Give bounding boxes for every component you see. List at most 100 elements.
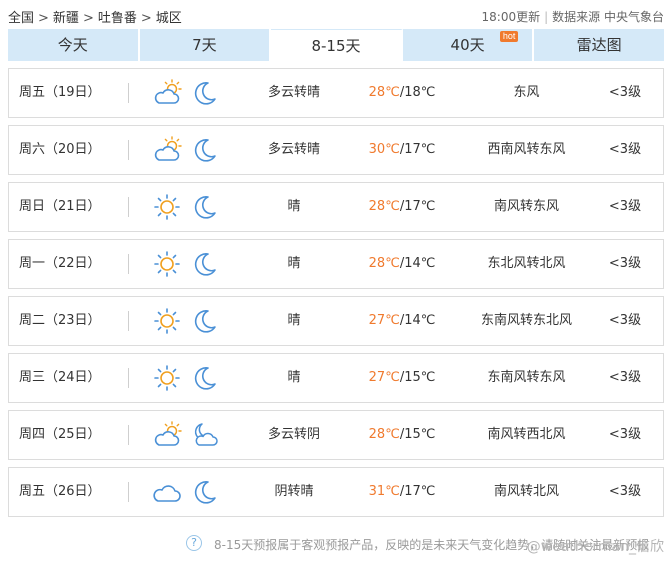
- cloudy-moon-icon: [190, 420, 220, 450]
- tab-label: 8-15天: [311, 37, 361, 55]
- row-divider: [128, 197, 129, 217]
- partly-cloudy-icon: [152, 420, 184, 450]
- tab-7-days[interactable]: 7天: [139, 29, 272, 61]
- weather-description: 多云转晴: [267, 85, 320, 100]
- temp-high: 28℃: [368, 85, 400, 100]
- moon-icon: [190, 192, 220, 222]
- temp-high: 27℃: [368, 370, 400, 385]
- update-meta: 18:00更新 | 数据来源 中央气象台: [482, 8, 664, 25]
- breadcrumb-separator: >: [140, 11, 152, 26]
- watermark: @weatherman_信欣: [526, 539, 664, 555]
- row-divider: [128, 425, 129, 445]
- partly-cloudy-icon: [152, 135, 184, 165]
- breadcrumb-item-country[interactable]: 全国: [8, 11, 34, 26]
- breadcrumb-item-district: 城区: [155, 11, 182, 26]
- temp-high: 30℃: [368, 142, 400, 157]
- tab-today[interactable]: 今天: [8, 29, 140, 61]
- wind-level: <3级: [608, 427, 642, 442]
- temperature: 30℃/17℃: [357, 126, 447, 174]
- forecast-row: 周五（19日） 多云转晴 28℃/18℃ 东风 <3级: [8, 68, 664, 118]
- weather-description: 多云转晴: [267, 142, 320, 157]
- forecast-day: 周六（20日）: [19, 142, 101, 157]
- forecast-day: 周三（24日）: [19, 370, 101, 385]
- weather-description: 阴转晴: [274, 484, 314, 499]
- weather-description: 晴: [287, 199, 301, 214]
- wind-direction: 西南风转东风: [487, 142, 566, 157]
- breadcrumb-separator: >: [38, 11, 49, 26]
- breadcrumb-item-province[interactable]: 新疆: [53, 11, 79, 26]
- tab-8-15-days[interactable]: 8-15天: [271, 29, 403, 61]
- tab-label: 雷达图: [576, 36, 622, 54]
- weather-description: 晴: [287, 256, 301, 271]
- help-icon[interactable]: ?: [186, 535, 202, 551]
- forecast-day: 周四（25日）: [19, 427, 101, 442]
- tab-radar[interactable]: 雷达图: [534, 29, 664, 61]
- weather-description: 多云转阴: [267, 427, 320, 442]
- meta-divider: |: [544, 10, 549, 24]
- temperature: 28℃/14℃: [357, 240, 447, 288]
- temperature: 28℃/15℃: [357, 411, 447, 459]
- row-divider: [128, 368, 129, 388]
- moon-icon: [190, 477, 220, 507]
- temp-high: 28℃: [368, 199, 400, 214]
- tab-label: 40天: [450, 36, 485, 54]
- temp-high: 27℃: [368, 313, 400, 328]
- wind-direction: 东风: [513, 85, 540, 100]
- temp-low: /17℃: [399, 142, 436, 157]
- temp-low: /17℃: [399, 199, 436, 214]
- wind-level: <3级: [608, 256, 642, 271]
- wind-level: <3级: [608, 313, 642, 328]
- wind-direction: 东南风转东北风: [480, 313, 572, 328]
- forecast-row: 周五（26日） 阴转晴 31℃/17℃ 南风转北风 <3级: [8, 467, 664, 517]
- temperature: 28℃/17℃: [357, 183, 447, 231]
- wind-level: <3级: [608, 199, 642, 214]
- forecast-row: 周六（20日） 多云转晴 30℃/17℃ 西南风转东风 <3级: [8, 125, 664, 175]
- breadcrumb: 全国 > 新疆 > 吐鲁番 > 城区: [8, 7, 185, 26]
- wind-direction: 东北风转北风: [487, 256, 566, 271]
- row-divider: [128, 254, 129, 274]
- row-divider: [128, 311, 129, 331]
- partly-cloudy-icon: [152, 78, 184, 108]
- forecast-day: 周日（21日）: [19, 199, 101, 214]
- temp-high: 28℃: [368, 256, 400, 271]
- moon-icon: [190, 363, 220, 393]
- forecast-list: 周五（19日） 多云转晴 28℃/18℃ 东风 <3级 周六（20日） 多云转晴…: [8, 68, 664, 524]
- wind-level: <3级: [608, 484, 642, 499]
- data-source: 数据来源 中央气象台: [552, 10, 664, 24]
- tab-label: 今天: [57, 36, 88, 54]
- wind-direction: 南风转北风: [493, 484, 559, 499]
- temp-high: 28℃: [368, 427, 400, 442]
- row-divider: [128, 83, 129, 103]
- breadcrumb-separator: >: [82, 11, 94, 26]
- sun-icon: [152, 306, 184, 336]
- hot-badge: hot: [499, 31, 519, 42]
- wind-level: <3级: [608, 142, 642, 157]
- row-divider: [128, 140, 129, 160]
- temp-high: 31℃: [368, 484, 400, 499]
- wind-level: <3级: [608, 370, 642, 385]
- forecast-day: 周二（23日）: [19, 313, 101, 328]
- weather-description: 晴: [287, 313, 301, 328]
- wind-direction: 东南风转东风: [487, 370, 566, 385]
- sun-icon: [152, 363, 184, 393]
- wind-direction: 南风转西北风: [487, 427, 566, 442]
- breadcrumb-item-city[interactable]: 吐鲁番: [98, 11, 137, 26]
- temperature: 31℃/17℃: [357, 468, 447, 516]
- forecast-row: 周三（24日） 晴 27℃/15℃ 东南风转东风 <3级: [8, 353, 664, 403]
- moon-icon: [190, 249, 220, 279]
- footer: ? 8-15天预报属于客观预报产品，反映的是未来天气变化趋势，请随时关注最新预报…: [0, 535, 672, 555]
- temp-low: /14℃: [399, 313, 436, 328]
- sun-icon: [152, 249, 184, 279]
- forecast-day: 周一（22日）: [19, 256, 101, 271]
- moon-icon: [190, 78, 220, 108]
- temperature: 27℃/15℃: [357, 354, 447, 402]
- forecast-row: 周一（22日） 晴 28℃/14℃ 东北风转北风 <3级: [8, 239, 664, 289]
- temp-low: /17℃: [399, 484, 436, 499]
- forecast-row: 周日（21日） 晴 28℃/17℃ 南风转东风 <3级: [8, 182, 664, 232]
- forecast-row: 周二（23日） 晴 27℃/14℃ 东南风转东北风 <3级: [8, 296, 664, 346]
- temp-low: /14℃: [399, 256, 436, 271]
- update-time: 18:00更新: [481, 10, 541, 24]
- tab-40-days[interactable]: 40天 hot: [402, 29, 535, 61]
- temperature: 27℃/14℃: [357, 297, 447, 345]
- temperature: 28℃/18℃: [357, 69, 447, 117]
